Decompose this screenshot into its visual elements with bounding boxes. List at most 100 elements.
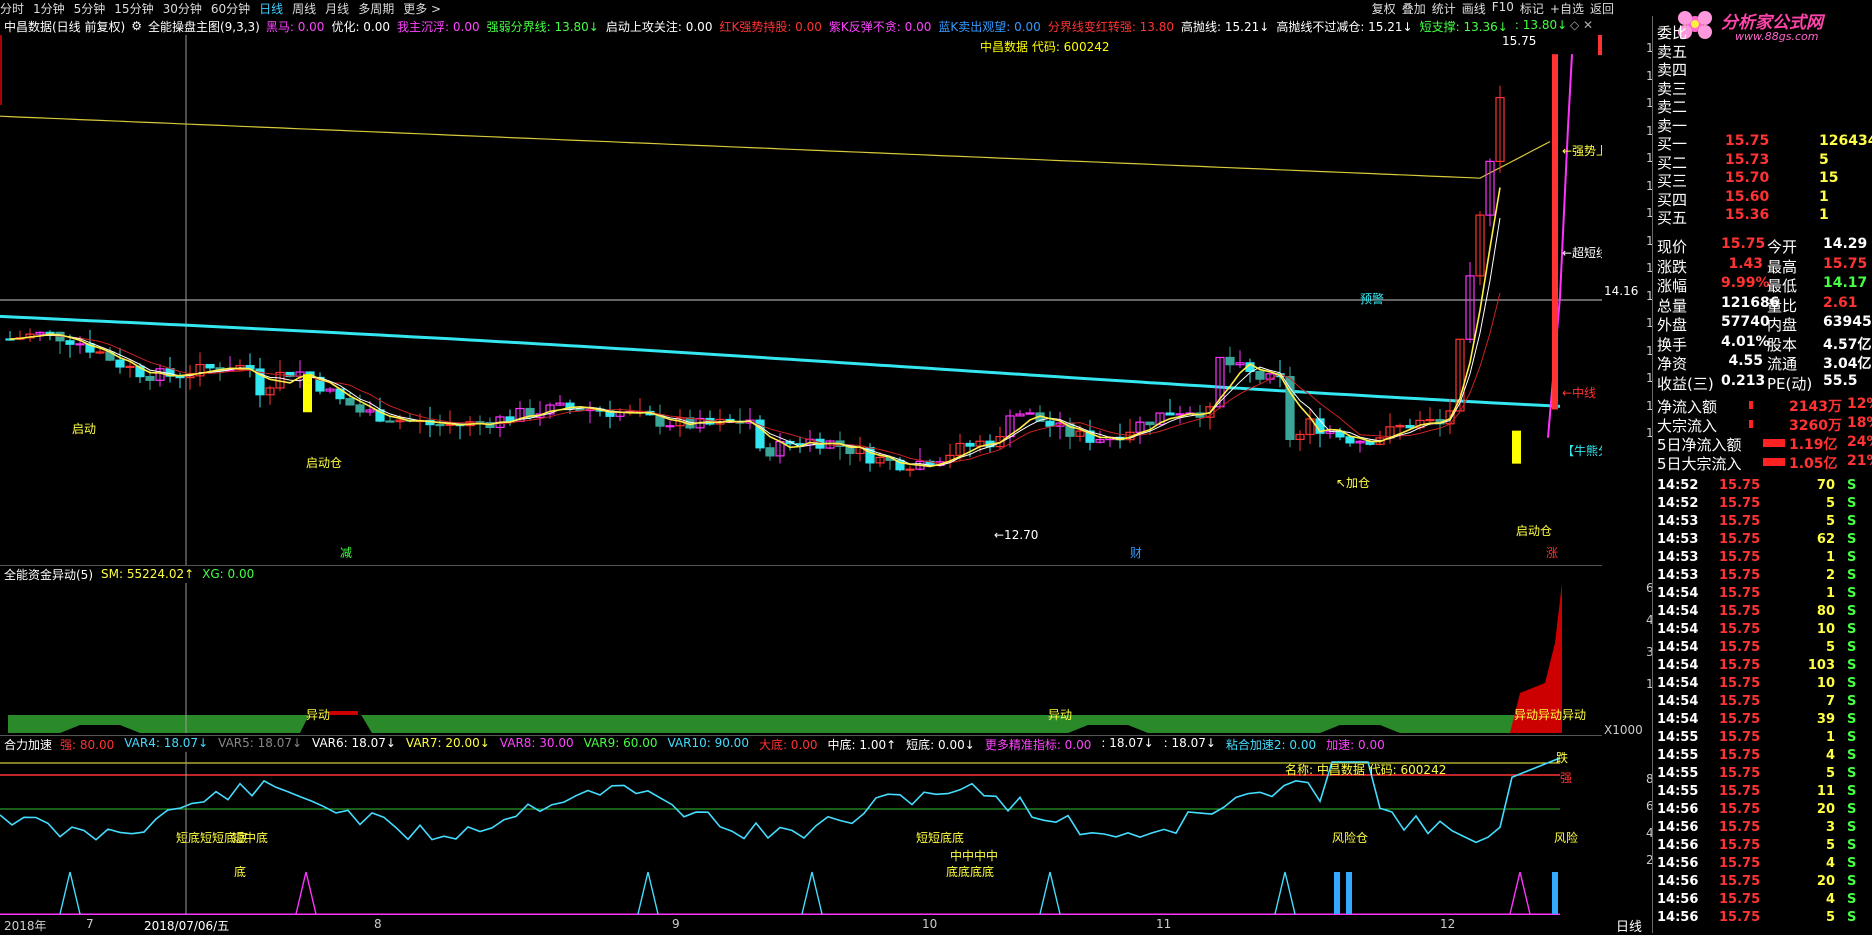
- tick-side: S: [1847, 604, 1857, 619]
- indicator-value: 短支撑: 13.36↓: [1419, 19, 1508, 34]
- quote-value: 14.29: [1823, 236, 1868, 252]
- quote-label: 最低: [1767, 277, 1798, 295]
- heli-jiasu-panel[interactable]: 名称: 中昌数据 代码: 600242短底 短短底底短中底底短短底底中中中中底底底…: [0, 752, 1602, 915]
- indicator-value: 强: 80.00: [60, 737, 115, 752]
- btn-overlay[interactable]: 叠加: [1402, 0, 1426, 17]
- tick-volume: 39: [1816, 712, 1835, 727]
- quote-value: 55.5: [1823, 372, 1858, 389]
- tick-price: 15.75: [1719, 784, 1761, 799]
- tick-time: 14:54: [1657, 712, 1699, 727]
- btn-stats[interactable]: 统计: [1432, 0, 1456, 17]
- osc-label: 强: [1560, 771, 1572, 785]
- main-indicator-name[interactable]: 全能操盘主图(9,3,3): [148, 18, 260, 35]
- low-label: ←12.70: [994, 528, 1038, 542]
- tick-time: 14:52: [1657, 496, 1699, 511]
- tick-price: 15.75: [1719, 586, 1761, 601]
- tick-price: 15.75: [1719, 676, 1761, 691]
- tick-price: 15.75: [1719, 730, 1761, 745]
- tick-side: S: [1847, 640, 1857, 655]
- period-tab-1[interactable]: 1分钟: [33, 0, 65, 17]
- period-tab-5[interactable]: 60分钟: [211, 0, 250, 17]
- period-tab-more[interactable]: 更多 >: [403, 0, 441, 17]
- panel3-values: 强: 80.00 VAR4: 18.07↓ VAR5: 18.07↓ VAR6: 18…: [60, 736, 1395, 753]
- tick-volume: 5: [1825, 838, 1835, 853]
- chart-control-icons[interactable]: ◇ ✕: [1570, 18, 1593, 32]
- gear-icon[interactable]: ⚙: [131, 19, 142, 33]
- tick-price: 15.75: [1719, 910, 1761, 925]
- fund-flow-panel[interactable]: 异动 异动 异动异动异动: [0, 583, 1602, 733]
- period-tab-0[interactable]: 分时: [0, 0, 24, 17]
- tick-price: 15.75: [1719, 658, 1761, 673]
- stock-name: 中昌数据(日线 前复权): [4, 19, 126, 34]
- tick-side: S: [1847, 514, 1857, 529]
- tick-time: 14:55: [1657, 766, 1699, 781]
- btn-mark[interactable]: 标记: [1520, 0, 1544, 17]
- quote-label: 内盘: [1767, 316, 1798, 334]
- crosshair-price: 14.16: [1604, 284, 1639, 298]
- period-tab-2[interactable]: 5分钟: [74, 0, 106, 17]
- order-book-volume: 1: [1819, 207, 1829, 223]
- tick-price: 15.75: [1719, 550, 1761, 565]
- indicator-value: VAR4: 18.07↓: [124, 735, 209, 750]
- indicator-value: 红K强势持股: 0.00: [719, 19, 822, 34]
- btn-fuquan[interactable]: 复权: [1372, 0, 1396, 17]
- quote-value: 0.213: [1721, 372, 1766, 389]
- kline-main-chart[interactable]: 启动启动仓预警↖加仓启动仓减财涨←强势上←超短线←中线【牛熊分←12.7015.…: [0, 35, 1602, 565]
- period-tab-9[interactable]: 多周期: [358, 0, 394, 17]
- panel2-name[interactable]: 全能资金异动(5): [4, 566, 93, 583]
- indicator-value: 更多精准指标: 0.00: [984, 737, 1092, 752]
- tick-volume: 10: [1816, 676, 1835, 691]
- indicator-value: 粘合加速2: 0.00: [1225, 737, 1317, 752]
- tick-volume: 80: [1816, 604, 1835, 619]
- period-tab-8[interactable]: 月线: [325, 0, 349, 17]
- name-label: 名称: 中昌数据 代码: 600242: [1285, 762, 1446, 777]
- quote-value: 1.43: [1728, 255, 1763, 272]
- tick-price: 15.75: [1719, 640, 1761, 655]
- tick-time: 14:54: [1657, 586, 1699, 601]
- flow-label: 异动: [306, 708, 330, 722]
- tick-time: 14:55: [1657, 784, 1699, 799]
- flow-pct: 24%: [1847, 434, 1872, 450]
- panel3-name[interactable]: 合力加速: [4, 736, 52, 753]
- chart-annotation: 启动仓: [306, 456, 342, 470]
- tick-price: 15.75: [1719, 748, 1761, 763]
- period-tab-4[interactable]: 30分钟: [163, 0, 202, 17]
- tick-volume: 4: [1825, 892, 1835, 907]
- tick-volume: 20: [1816, 874, 1835, 889]
- tick-volume: 5: [1825, 496, 1835, 511]
- panel2-title: 全能资金异动(5) SM: 55224.02↑ XG: 0.00: [4, 566, 262, 582]
- period-tab-7[interactable]: 周线: [292, 0, 316, 17]
- tick-side: S: [1847, 802, 1857, 817]
- btn-add-watchlist[interactable]: +自选: [1550, 0, 1584, 17]
- tick-volume: 70: [1816, 478, 1835, 493]
- tick-time: 14:53: [1657, 514, 1699, 529]
- quote-label: 净资: [1657, 355, 1688, 373]
- indicator-value: 黑马: 0.00: [265, 19, 325, 34]
- date-label: 8: [374, 917, 382, 931]
- quote-label: 股本: [1767, 335, 1798, 354]
- tick-time: 14:56: [1657, 820, 1699, 835]
- period-tab-daily[interactable]: 日线: [259, 0, 283, 17]
- quote-label: 今开: [1767, 238, 1798, 256]
- quote-label: 外盘: [1657, 316, 1688, 334]
- tick-side: S: [1847, 892, 1857, 907]
- indicator-value: : 18.07↓: [1163, 735, 1216, 750]
- tick-price: 15.75: [1719, 514, 1761, 529]
- btn-draw[interactable]: 画线: [1462, 0, 1486, 17]
- indicator-value: : 13.80↓: [1514, 17, 1568, 32]
- period-tab-3[interactable]: 15分钟: [114, 0, 153, 17]
- tick-side: S: [1847, 550, 1857, 565]
- tick-time: 14:56: [1657, 910, 1699, 925]
- tick-price: 15.75: [1719, 622, 1761, 637]
- tick-price: 15.75: [1719, 838, 1761, 853]
- indicator-value: : 18.07↓: [1101, 735, 1154, 750]
- quote-label: 最高: [1767, 257, 1798, 276]
- volume-unit: X1000: [1604, 723, 1643, 737]
- chart-annotation: 预警: [1360, 291, 1384, 306]
- indicator-value: VAR5: 18.07↓: [218, 735, 303, 750]
- tick-side: S: [1847, 910, 1857, 925]
- btn-f10[interactable]: F10: [1492, 0, 1514, 17]
- flow-bar: [1749, 420, 1753, 428]
- date-label-cursor: 2018/07/06/五: [144, 919, 230, 933]
- btn-back[interactable]: 返回: [1590, 0, 1614, 17]
